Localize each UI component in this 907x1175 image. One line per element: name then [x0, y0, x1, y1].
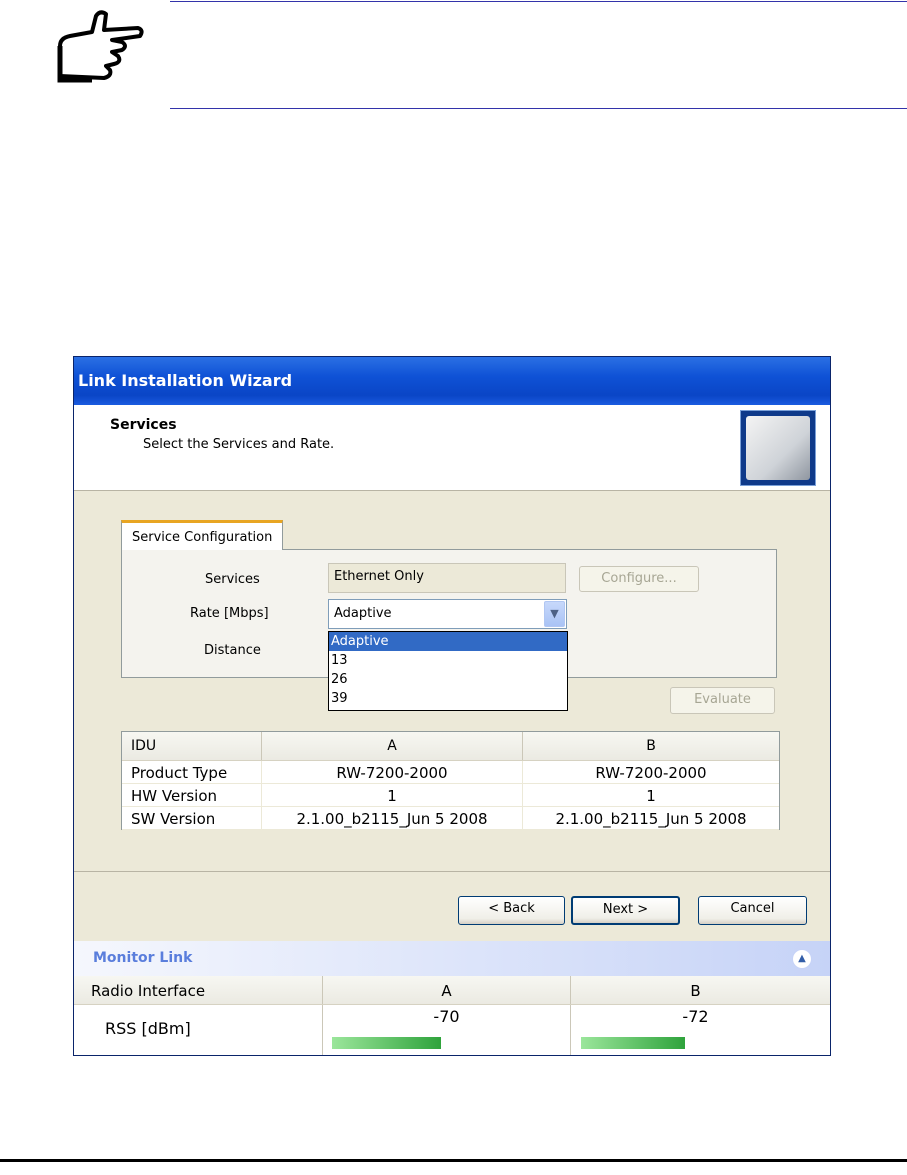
- rate-select[interactable]: Adaptive ▼: [328, 599, 567, 629]
- monitor-table: Radio Interface A B RSS [dBm] -70 -72: [74, 976, 830, 1055]
- bottom-rule: [0, 1159, 907, 1162]
- cell-b: 2.1.00_b2115_Jun 5 2008: [522, 807, 779, 829]
- header-radio-interface: Radio Interface: [91, 982, 206, 1000]
- services-label: Services: [205, 572, 260, 587]
- rss-a-value: -70: [433, 1007, 460, 1026]
- rss-b-value: -72: [682, 1007, 709, 1026]
- header-a: A: [261, 732, 522, 760]
- cancel-button[interactable]: Cancel: [698, 896, 807, 925]
- pointing-hand-icon: [57, 10, 144, 83]
- monitor-link-bar[interactable]: Monitor Link ▲: [74, 941, 830, 976]
- collapse-chevron-up-icon[interactable]: ▲: [792, 949, 812, 969]
- antenna-logo: [740, 410, 816, 486]
- services-field: Ethernet Only: [328, 563, 566, 593]
- rss-label: RSS [dBm]: [105, 1019, 191, 1038]
- next-button[interactable]: Next >: [571, 896, 680, 925]
- link-installation-wizard-window: Link Installation Wizard Services Select…: [73, 356, 831, 1056]
- rss-a-bar: [332, 1037, 441, 1049]
- rate-option-adaptive[interactable]: Adaptive: [329, 632, 567, 651]
- idu-table: IDU A B Product Type RW-7200-2000 RW-720…: [121, 731, 780, 830]
- rate-option-39[interactable]: 39: [329, 689, 567, 708]
- row-label: HW Version: [131, 787, 218, 805]
- header-subtitle: Select the Services and Rate.: [143, 437, 335, 452]
- header-idu: IDU: [131, 738, 157, 754]
- distance-label: Distance: [204, 643, 261, 658]
- button-area-separator: [74, 871, 830, 872]
- antenna-panel-icon: [746, 416, 810, 480]
- row-label: SW Version: [131, 810, 216, 828]
- middle-rule: [170, 108, 907, 109]
- evaluate-button[interactable]: Evaluate: [670, 687, 775, 714]
- back-button[interactable]: < Back: [458, 896, 565, 925]
- table-row: SW Version 2.1.00_b2115_Jun 5 2008 2.1.0…: [122, 807, 779, 830]
- rss-b-cell: -72: [570, 1005, 820, 1055]
- cell-a: 2.1.00_b2115_Jun 5 2008: [261, 807, 522, 829]
- rate-dropdown-list: Adaptive 13 26 39: [328, 631, 568, 711]
- header-a: A: [322, 976, 570, 1004]
- chevron-down-icon[interactable]: ▼: [544, 601, 565, 627]
- top-rule: [170, 1, 907, 2]
- header-b: B: [522, 732, 779, 760]
- window-title: Link Installation Wizard: [74, 357, 830, 405]
- table-row: Product Type RW-7200-2000 RW-7200-2000: [122, 761, 779, 784]
- rate-label: Rate [Mbps]: [190, 606, 269, 621]
- configure-button[interactable]: Configure...: [579, 566, 699, 592]
- header-title: Services: [110, 417, 177, 433]
- rss-row: RSS [dBm] -70 -72: [74, 1005, 830, 1055]
- cell-a: 1: [261, 784, 522, 806]
- rate-option-13[interactable]: 13: [329, 651, 567, 670]
- monitor-table-header: Radio Interface A B: [74, 976, 830, 1005]
- row-label: Product Type: [131, 764, 228, 782]
- rss-b-bar: [581, 1037, 685, 1049]
- wizard-header: Services Select the Services and Rate.: [74, 405, 830, 491]
- table-row: HW Version 1 1: [122, 784, 779, 807]
- cell-b: 1: [522, 784, 779, 806]
- tab-service-configuration[interactable]: Service Configuration: [121, 520, 284, 550]
- rss-a-cell: -70: [322, 1005, 570, 1055]
- idu-table-header: IDU A B: [122, 732, 779, 761]
- rate-option-26[interactable]: 26: [329, 670, 567, 689]
- monitor-link-title: Monitor Link: [93, 950, 193, 966]
- rate-select-value: Adaptive: [334, 606, 392, 621]
- cell-a: RW-7200-2000: [261, 761, 522, 783]
- cell-b: RW-7200-2000: [522, 761, 779, 783]
- header-b: B: [570, 976, 820, 1004]
